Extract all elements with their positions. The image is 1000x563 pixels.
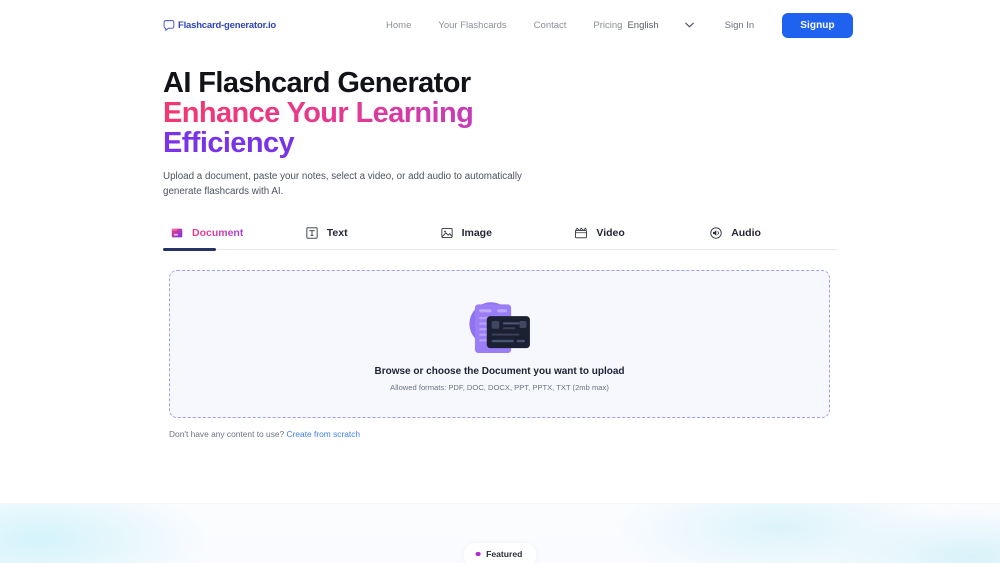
nav-item-your-flashcards[interactable]: Your Flashcards bbox=[438, 20, 506, 31]
document-card-upload-illustration bbox=[468, 302, 530, 354]
hero-title-line-3: Efficiency bbox=[163, 128, 837, 158]
signup-button[interactable]: Signup bbox=[782, 12, 853, 38]
nav-item-home[interactable]: Home bbox=[386, 20, 411, 31]
image-picture-icon bbox=[441, 228, 453, 238]
dropzone-allowed-formats: Allowed formats: PDF, DOC, DOCX, PPT, PP… bbox=[390, 383, 609, 392]
scratch-prompt: Don't have any content to use? bbox=[169, 429, 285, 439]
dropzone-title: Browse or choose the Document you want t… bbox=[374, 366, 625, 377]
hero-section: AI Flashcard Generator Enhance Your Lear… bbox=[0, 50, 1000, 199]
tab-label-document: Document bbox=[192, 227, 244, 239]
file-dropzone[interactable]: Browse or choose the Document you want t… bbox=[169, 270, 830, 418]
tab-audio[interactable]: Audio bbox=[702, 226, 837, 250]
language-value: English bbox=[627, 19, 659, 31]
brand-name: Flashcard-generator.io bbox=[178, 19, 277, 31]
site-header: Flashcard-generator.io Home Your Flashca… bbox=[0, 0, 1000, 50]
featured-dot-icon bbox=[475, 551, 481, 557]
video-clapperboard-icon bbox=[575, 227, 588, 239]
hero-title-line-1: AI Flashcard Generator bbox=[163, 67, 471, 99]
featured-label: Featured bbox=[486, 549, 523, 559]
nav-item-contact[interactable]: Contact bbox=[534, 20, 567, 31]
document-folder-icon bbox=[171, 228, 183, 238]
brand-logo[interactable]: Flashcard-generator.io bbox=[163, 19, 276, 32]
featured-section-band: Featured bbox=[0, 503, 1000, 563]
tab-label-text: Text bbox=[326, 227, 348, 239]
nav-item-pricing[interactable]: Pricing bbox=[593, 20, 622, 31]
text-box-icon bbox=[306, 227, 318, 239]
page-title: AI Flashcard Generator Enhance Your Lear… bbox=[163, 68, 837, 158]
hero-subtitle: Upload a document, paste your notes, sel… bbox=[163, 171, 522, 197]
hero-title-line-2: Enhance Your Learning bbox=[163, 98, 837, 128]
main-nav: Home Your Flashcards Contact Pricing bbox=[386, 20, 622, 31]
sign-in-link[interactable]: Sign In bbox=[725, 20, 755, 31]
landing-page: Flashcard-generator.io Home Your Flashca… bbox=[0, 0, 1000, 563]
create-from-scratch-link[interactable]: Create from scratch bbox=[287, 429, 361, 439]
language-selector[interactable]: English bbox=[622, 17, 698, 34]
tab-text[interactable]: Text bbox=[297, 226, 433, 250]
tab-document[interactable]: Document bbox=[163, 226, 298, 251]
tab-image[interactable]: Image bbox=[432, 226, 568, 250]
header-actions: English Sign In Signup bbox=[622, 12, 853, 38]
tab-label-audio: Audio bbox=[731, 227, 761, 239]
tab-video[interactable]: Video bbox=[567, 226, 703, 250]
speech-bubble-logo-icon bbox=[163, 19, 175, 31]
chevron-down-icon bbox=[684, 22, 694, 28]
tab-label-video: Video bbox=[596, 227, 625, 239]
source-type-tabs: Document Text Image Video Audio bbox=[163, 226, 837, 251]
audio-speaker-icon bbox=[710, 227, 722, 239]
tab-label-image: Image bbox=[461, 227, 492, 239]
featured-badge: Featured bbox=[463, 543, 537, 563]
create-from-scratch-row: Don't have any content to use? Create fr… bbox=[169, 429, 837, 439]
